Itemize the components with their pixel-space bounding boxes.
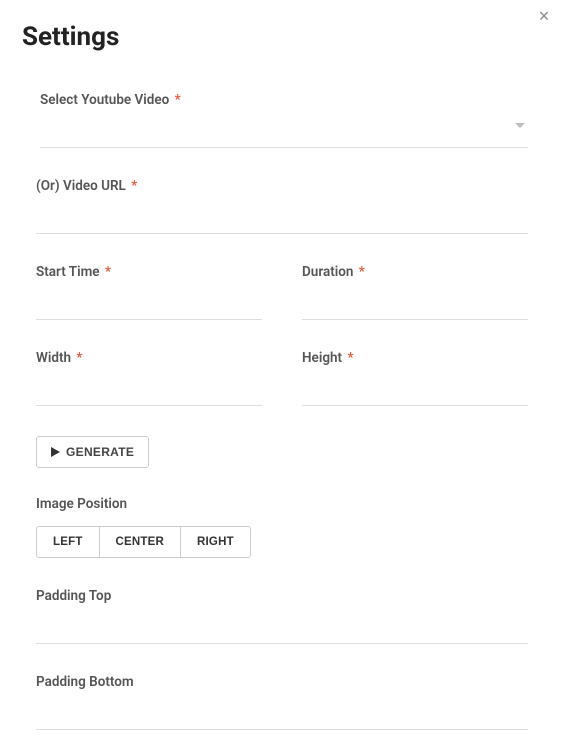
field-padding-bottom: Padding Bottom (36, 674, 528, 730)
settings-form: Select Youtube Video * (Or) Video URL * … (0, 52, 564, 730)
label-padding-bottom: Padding Bottom (36, 674, 528, 690)
image-position-left[interactable]: LEFT (37, 527, 99, 557)
label-width: Width * (36, 350, 262, 366)
select-video-wrapper (40, 114, 528, 148)
field-height: Height * (302, 350, 528, 406)
field-duration: Duration * (302, 264, 528, 320)
label-video-url: (Or) Video URL * (36, 178, 528, 194)
image-position-right[interactable]: RIGHT (180, 527, 250, 557)
required-marker: * (105, 264, 111, 280)
label-image-position: Image Position (36, 496, 528, 512)
select-video-dropdown[interactable] (40, 114, 528, 148)
width-input[interactable] (36, 372, 262, 406)
label-select-video: Select Youtube Video * (40, 92, 528, 108)
label-text: Start Time (36, 264, 100, 280)
generate-button[interactable]: GENERATE (36, 436, 149, 468)
label-duration: Duration * (302, 264, 528, 280)
label-text: Duration (302, 264, 353, 280)
field-padding-top: Padding Top (36, 588, 528, 644)
video-url-input[interactable] (36, 200, 528, 234)
close-icon: × (539, 6, 550, 27)
required-marker: * (359, 264, 365, 280)
label-text: Width (36, 350, 71, 366)
label-padding-top: Padding Top (36, 588, 528, 604)
label-start-time: Start Time * (36, 264, 262, 280)
play-icon (51, 447, 60, 457)
close-button[interactable]: × (534, 6, 554, 26)
start-time-input[interactable] (36, 286, 262, 320)
required-marker: * (131, 178, 137, 194)
label-text: Height (302, 350, 342, 366)
row-size: Width * Height * (36, 350, 528, 436)
duration-input[interactable] (302, 286, 528, 320)
required-marker: * (175, 92, 181, 108)
image-position-center[interactable]: CENTER (99, 527, 180, 557)
field-select-video: Select Youtube Video * (36, 92, 528, 148)
required-marker: * (76, 350, 82, 366)
page-title: Settings (0, 0, 564, 52)
label-height: Height * (302, 350, 528, 366)
padding-bottom-input[interactable] (36, 696, 528, 730)
field-video-url: (Or) Video URL * (36, 178, 528, 234)
image-position-segment: LEFT CENTER RIGHT (36, 526, 251, 558)
label-text: (Or) Video URL (36, 178, 126, 194)
height-input[interactable] (302, 372, 528, 406)
generate-button-label: GENERATE (66, 445, 134, 459)
label-text: Select Youtube Video (40, 92, 169, 108)
padding-top-input[interactable] (36, 610, 528, 644)
required-marker: * (347, 350, 353, 366)
row-time: Start Time * Duration * (36, 264, 528, 350)
field-start-time: Start Time * (36, 264, 262, 320)
field-width: Width * (36, 350, 262, 406)
